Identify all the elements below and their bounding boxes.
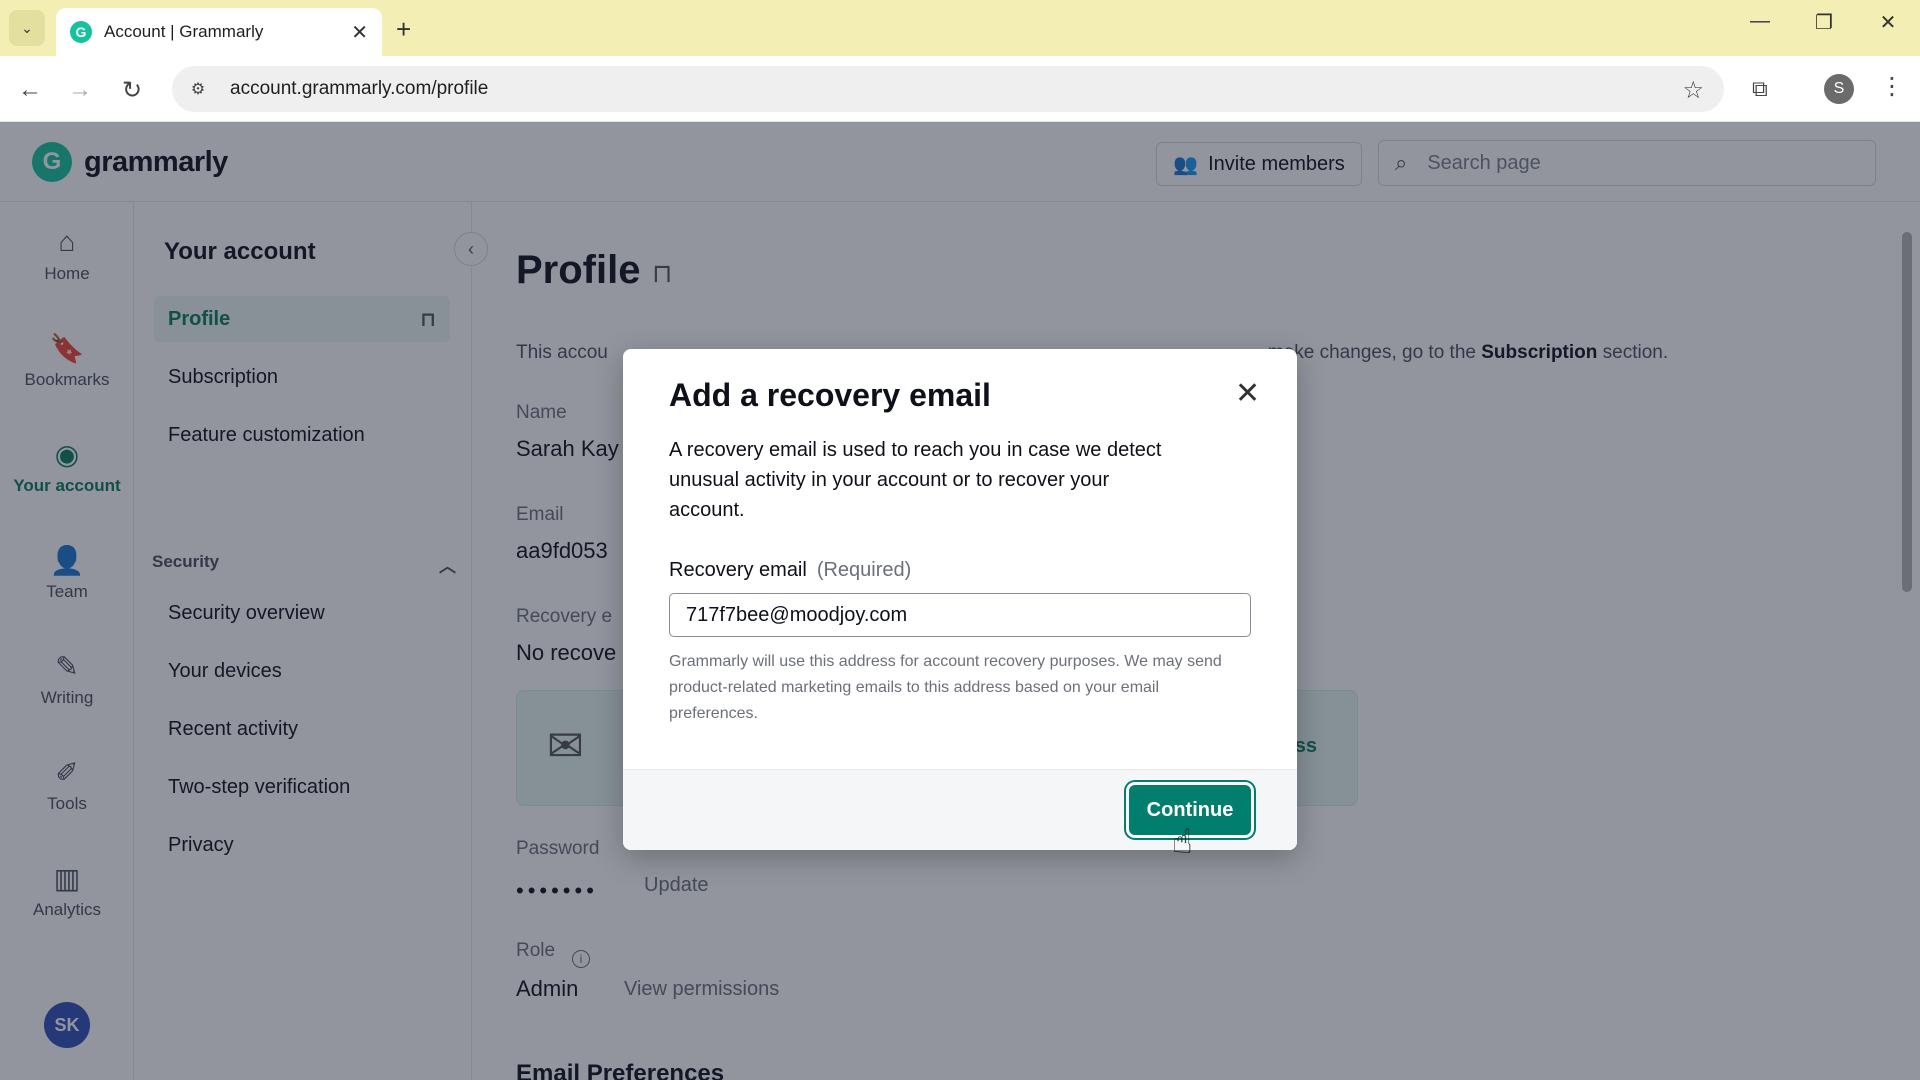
mouse-pointer-icon: ☝ xyxy=(1172,823,1193,861)
window-close-icon[interactable]: ✕ xyxy=(1868,10,1908,35)
dialog-footer: Continue xyxy=(623,769,1297,850)
reload-icon[interactable]: ↻ xyxy=(116,74,148,106)
browser-tab[interactable]: G Account | Grammarly ✕ xyxy=(56,8,382,56)
restore-icon[interactable]: ❐ xyxy=(1804,10,1844,35)
browser-toolbar: ← → ↻ ⚙ account.grammarly.com/profile ☆ … xyxy=(0,56,1920,122)
forward-icon[interactable]: → xyxy=(64,74,96,106)
address-bar[interactable]: ⚙ account.grammarly.com/profile ☆ xyxy=(172,66,1724,112)
site-info-icon[interactable]: ⚙ xyxy=(186,77,210,101)
close-tab-icon[interactable]: ✕ xyxy=(351,20,368,45)
close-icon[interactable]: ✕ xyxy=(1235,379,1260,409)
minimize-icon[interactable]: — xyxy=(1740,10,1780,33)
url-text: account.grammarly.com/profile xyxy=(230,78,489,99)
new-tab-icon[interactable]: + xyxy=(396,14,411,45)
chevron-down-icon: ⌄ xyxy=(21,19,33,36)
field-label-text: Recovery email xyxy=(669,559,807,581)
required-marker: (Required) xyxy=(816,559,912,581)
recovery-email-field-label: Recovery email (Required) xyxy=(669,559,911,582)
grammarly-favicon-icon: G xyxy=(70,21,92,43)
dialog-intro: A recovery email is used to reach you in… xyxy=(669,439,1162,521)
browser-menu-icon[interactable]: ⋮ xyxy=(1880,72,1904,101)
tab-search-button[interactable]: ⌄ xyxy=(9,10,45,46)
browser-profile-avatar[interactable]: S xyxy=(1824,74,1854,104)
back-icon[interactable]: ← xyxy=(14,74,46,106)
dialog-title: Add a recovery email xyxy=(669,377,991,413)
extensions-icon[interactable]: ⧉ xyxy=(1752,76,1768,102)
dialog-fine-print: Grammarly will use this address for acco… xyxy=(669,653,1222,722)
browser-tab-bar: ⌄ G Account | Grammarly ✕ + — ❐ ✕ xyxy=(0,0,1920,56)
bookmark-star-icon[interactable]: ☆ xyxy=(1682,76,1704,105)
tab-title: Account | Grammarly xyxy=(104,22,264,41)
recovery-email-dialog: Add a recovery email ✕ A recovery email … xyxy=(623,349,1297,850)
recovery-email-input[interactable] xyxy=(669,593,1251,637)
